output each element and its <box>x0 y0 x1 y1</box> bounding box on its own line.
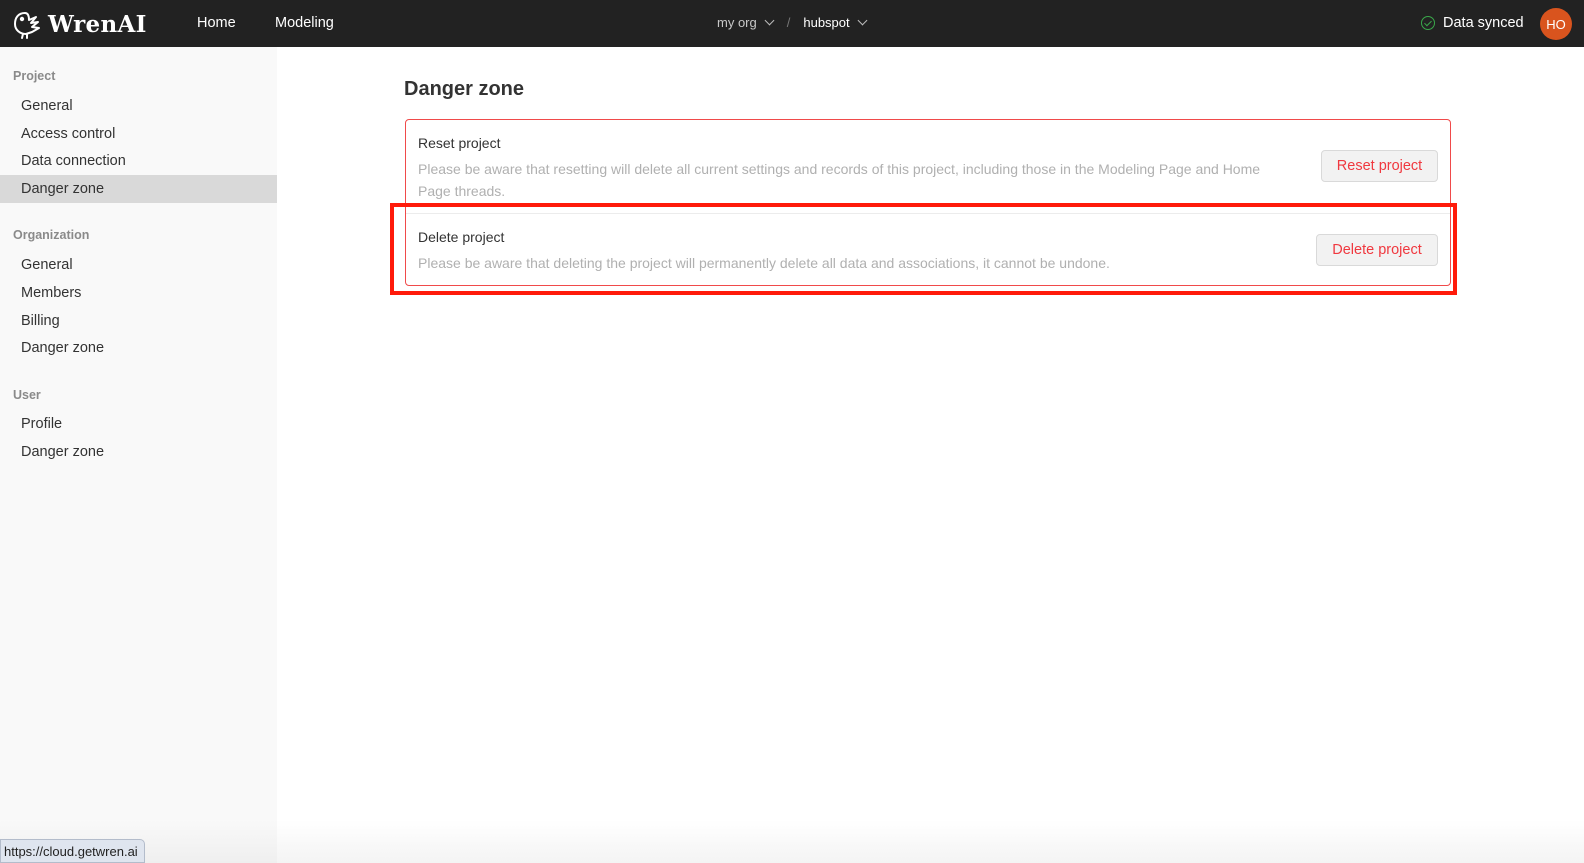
sidebar-item-data-connection[interactable]: Data connection <box>0 147 277 175</box>
reset-project-title: Reset project <box>418 135 501 151</box>
chevron-down-icon <box>764 15 775 26</box>
breadcrumb: my org / hubspot <box>717 15 868 30</box>
org-name: my org <box>717 15 757 30</box>
sidebar-item-profile[interactable]: Profile <box>0 410 277 438</box>
settings-sidebar: Project General Access control Data conn… <box>0 47 277 863</box>
page-title: Danger zone <box>404 78 525 100</box>
sync-status: Data synced <box>1421 15 1524 31</box>
sidebar-item-project-general[interactable]: General <box>0 92 277 120</box>
brand-name: WrenAI <box>48 10 147 38</box>
main-bottom-fade <box>277 820 1584 863</box>
reset-project-description: Please be aware that resetting will dele… <box>418 161 1261 199</box>
main-content: Danger zone Reset project Please be awar… <box>277 47 1584 863</box>
delete-project-row: Delete project Please be aware that dele… <box>406 213 1450 285</box>
sidebar-heading-organization: Organization <box>13 228 90 242</box>
chevron-down-icon <box>857 15 868 26</box>
sidebar-item-org-general[interactable]: General <box>0 251 277 279</box>
sync-status-label: Data synced <box>1443 15 1524 31</box>
breadcrumb-separator: / <box>786 15 791 30</box>
sidebar-item-access-control[interactable]: Access control <box>0 120 277 148</box>
reset-project-row: Reset project Please be aware that reset… <box>406 120 1450 213</box>
status-bar-url: https://cloud.getwren.ai <box>0 839 145 863</box>
top-navigation-bar: WrenAI Home Modeling my org / hubspot Da… <box>0 0 1584 47</box>
delete-project-title: Delete project <box>418 229 505 245</box>
avatar[interactable]: HO <box>1540 8 1572 40</box>
danger-zone-card: Reset project Please be aware that reset… <box>405 119 1451 286</box>
sidebar-heading-user: User <box>13 388 41 402</box>
nav-home[interactable]: Home <box>197 15 236 31</box>
brand-logo[interactable]: WrenAI <box>12 8 147 40</box>
nav-modeling[interactable]: Modeling <box>275 15 334 31</box>
project-name: hubspot <box>803 15 850 30</box>
project-selector[interactable]: hubspot <box>803 15 868 30</box>
org-selector[interactable]: my org <box>717 15 775 30</box>
delete-project-button[interactable]: Delete project <box>1316 234 1438 266</box>
sidebar-item-org-danger-zone[interactable]: Danger zone <box>0 334 277 362</box>
wren-bird-icon <box>14 12 40 39</box>
check-circle-icon <box>1421 16 1435 30</box>
sidebar-heading-project: Project <box>13 69 56 83</box>
sidebar-item-members[interactable]: Members <box>0 279 277 307</box>
sidebar-item-project-danger-zone[interactable]: Danger zone <box>0 175 277 203</box>
sidebar-item-user-danger-zone[interactable]: Danger zone <box>0 438 277 466</box>
reset-project-button[interactable]: Reset project <box>1321 150 1438 182</box>
sidebar-item-billing[interactable]: Billing <box>0 307 277 335</box>
delete-project-description: Please be aware that deleting the projec… <box>418 255 1110 271</box>
